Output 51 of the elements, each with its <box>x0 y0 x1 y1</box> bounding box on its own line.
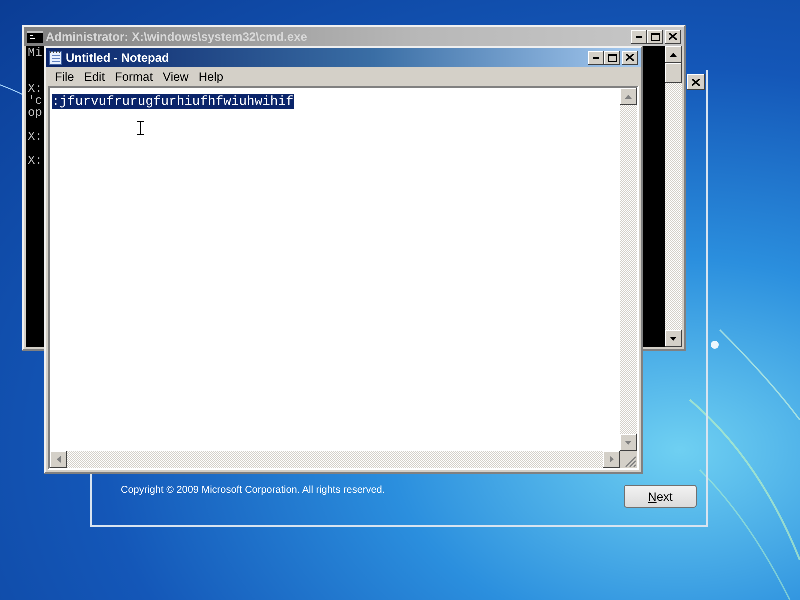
menu-item[interactable]: Edit <box>79 70 110 84</box>
menu-item[interactable]: View <box>158 70 194 84</box>
scroll-up-button[interactable] <box>620 88 637 105</box>
arrow-up-icon <box>625 94 632 98</box>
close-button[interactable] <box>622 50 638 64</box>
scroll-left-button[interactable] <box>50 451 67 468</box>
arrow-down-icon <box>625 440 632 444</box>
window-title: Administrator: X:\windows\system32\cmd.exe <box>46 30 308 44</box>
close-icon <box>669 33 677 40</box>
minimize-button[interactable] <box>631 30 647 44</box>
arrow-left-icon <box>56 456 60 463</box>
scroll-up-button[interactable] <box>665 46 682 63</box>
close-icon <box>626 54 634 61</box>
console-line: op <box>28 107 42 119</box>
console-icon <box>27 30 43 42</box>
scroll-down-button[interactable] <box>665 330 682 347</box>
text-area[interactable]: :jfurvufrurugfurhiufhfwiuhwihif <box>50 88 620 451</box>
minimize-icon <box>636 36 642 38</box>
resize-grip-icon[interactable] <box>625 456 637 468</box>
console-line: X: <box>28 83 42 95</box>
menu-item[interactable]: Help <box>194 70 229 84</box>
console-line: X: <box>28 155 42 167</box>
notepad-icon <box>49 50 63 65</box>
arrow-down-icon <box>670 336 677 340</box>
scrollbar[interactable] <box>665 46 682 347</box>
scroll-thumb[interactable] <box>665 63 682 83</box>
console-line: 'c <box>28 95 42 107</box>
text-cursor-icon <box>137 121 144 135</box>
console-line: Mi <box>28 47 42 59</box>
next-button[interactable]: Next <box>624 485 697 508</box>
arrow-up-icon <box>670 52 677 56</box>
maximize-button[interactable] <box>647 30 663 44</box>
arrow-right-icon <box>610 456 614 463</box>
scroll-right-button[interactable] <box>603 451 620 468</box>
close-icon <box>692 78 700 86</box>
maximize-icon <box>650 32 660 40</box>
console-line: X: <box>28 131 42 143</box>
close-button[interactable] <box>665 30 681 44</box>
window-title: Untitled - Notepad <box>66 50 170 64</box>
menu-item[interactable]: File <box>50 70 80 84</box>
copyright-text: Copyright © 2009 Microsoft Corporation. All rights reserved. <box>121 485 386 496</box>
minimize-icon <box>593 56 599 58</box>
maximize-button[interactable] <box>604 50 620 64</box>
menu-item[interactable]: Format <box>110 70 158 84</box>
close-button[interactable] <box>687 74 705 90</box>
scroll-down-button[interactable] <box>620 434 637 451</box>
scrollbar[interactable] <box>50 451 620 468</box>
document-text: :jfurvufrurugfurhiufhfwiuhwihif <box>52 94 294 109</box>
minimize-button[interactable] <box>588 50 604 64</box>
maximize-icon <box>608 54 616 62</box>
scrollbar[interactable] <box>620 88 637 451</box>
